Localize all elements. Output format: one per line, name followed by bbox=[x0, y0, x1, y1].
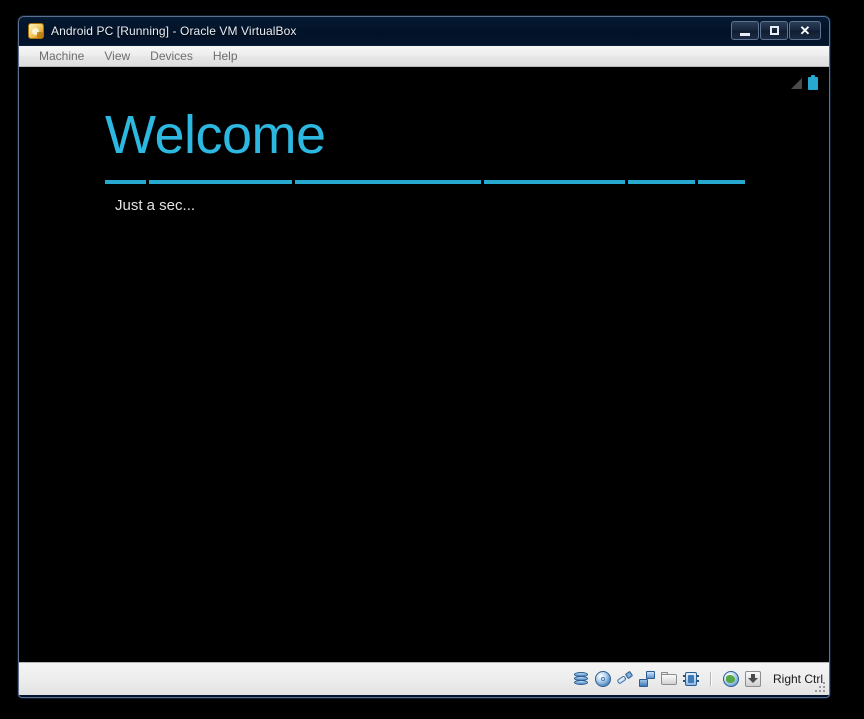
maximize-icon bbox=[769, 26, 779, 35]
menu-item-machine[interactable]: Machine bbox=[29, 48, 94, 64]
device-indicator-group: Right Ctrl bbox=[573, 670, 823, 687]
menu-bar: Machine View Devices Help bbox=[19, 46, 829, 67]
menu-item-devices[interactable]: Devices bbox=[140, 48, 203, 64]
window-controls: ✕ bbox=[731, 21, 821, 40]
desktop-background: Android PC [Running] - Oracle VM Virtual… bbox=[0, 0, 864, 719]
network-icon[interactable] bbox=[638, 671, 655, 687]
virtualbox-window: Android PC [Running] - Oracle VM Virtual… bbox=[18, 16, 830, 698]
host-key-icon[interactable] bbox=[744, 671, 761, 687]
window-title: Android PC [Running] - Oracle VM Virtual… bbox=[51, 24, 297, 38]
loading-status-text: Just a sec... bbox=[115, 197, 196, 214]
menu-item-view[interactable]: View bbox=[94, 48, 140, 64]
vm-status-bar: Right Ctrl bbox=[19, 662, 829, 695]
shared-folders-icon[interactable] bbox=[660, 671, 677, 687]
maximize-button[interactable] bbox=[760, 21, 788, 40]
resize-grip[interactable] bbox=[813, 680, 825, 692]
guest-screen[interactable]: Welcome Just a sec... bbox=[19, 67, 829, 662]
menu-item-help[interactable]: Help bbox=[203, 48, 248, 64]
optical-disc-icon[interactable] bbox=[594, 671, 611, 687]
welcome-heading: Welcome bbox=[105, 105, 326, 165]
battery-icon bbox=[808, 75, 818, 90]
close-button[interactable]: ✕ bbox=[789, 21, 821, 40]
minimize-button[interactable] bbox=[731, 21, 759, 40]
window-title-bar[interactable]: Android PC [Running] - Oracle VM Virtual… bbox=[19, 17, 829, 46]
minimize-icon bbox=[740, 32, 750, 36]
hard-disk-icon[interactable] bbox=[573, 671, 589, 687]
setup-progress-bar bbox=[105, 180, 745, 184]
status-bar-divider bbox=[709, 672, 712, 686]
globe-icon[interactable] bbox=[722, 671, 739, 687]
close-icon: ✕ bbox=[799, 23, 811, 38]
android-status-bar bbox=[791, 75, 818, 90]
virtualbox-icon bbox=[28, 23, 44, 39]
cpu-chip-icon[interactable] bbox=[682, 671, 699, 687]
signal-icon bbox=[791, 78, 802, 89]
usb-icon[interactable] bbox=[616, 670, 634, 687]
